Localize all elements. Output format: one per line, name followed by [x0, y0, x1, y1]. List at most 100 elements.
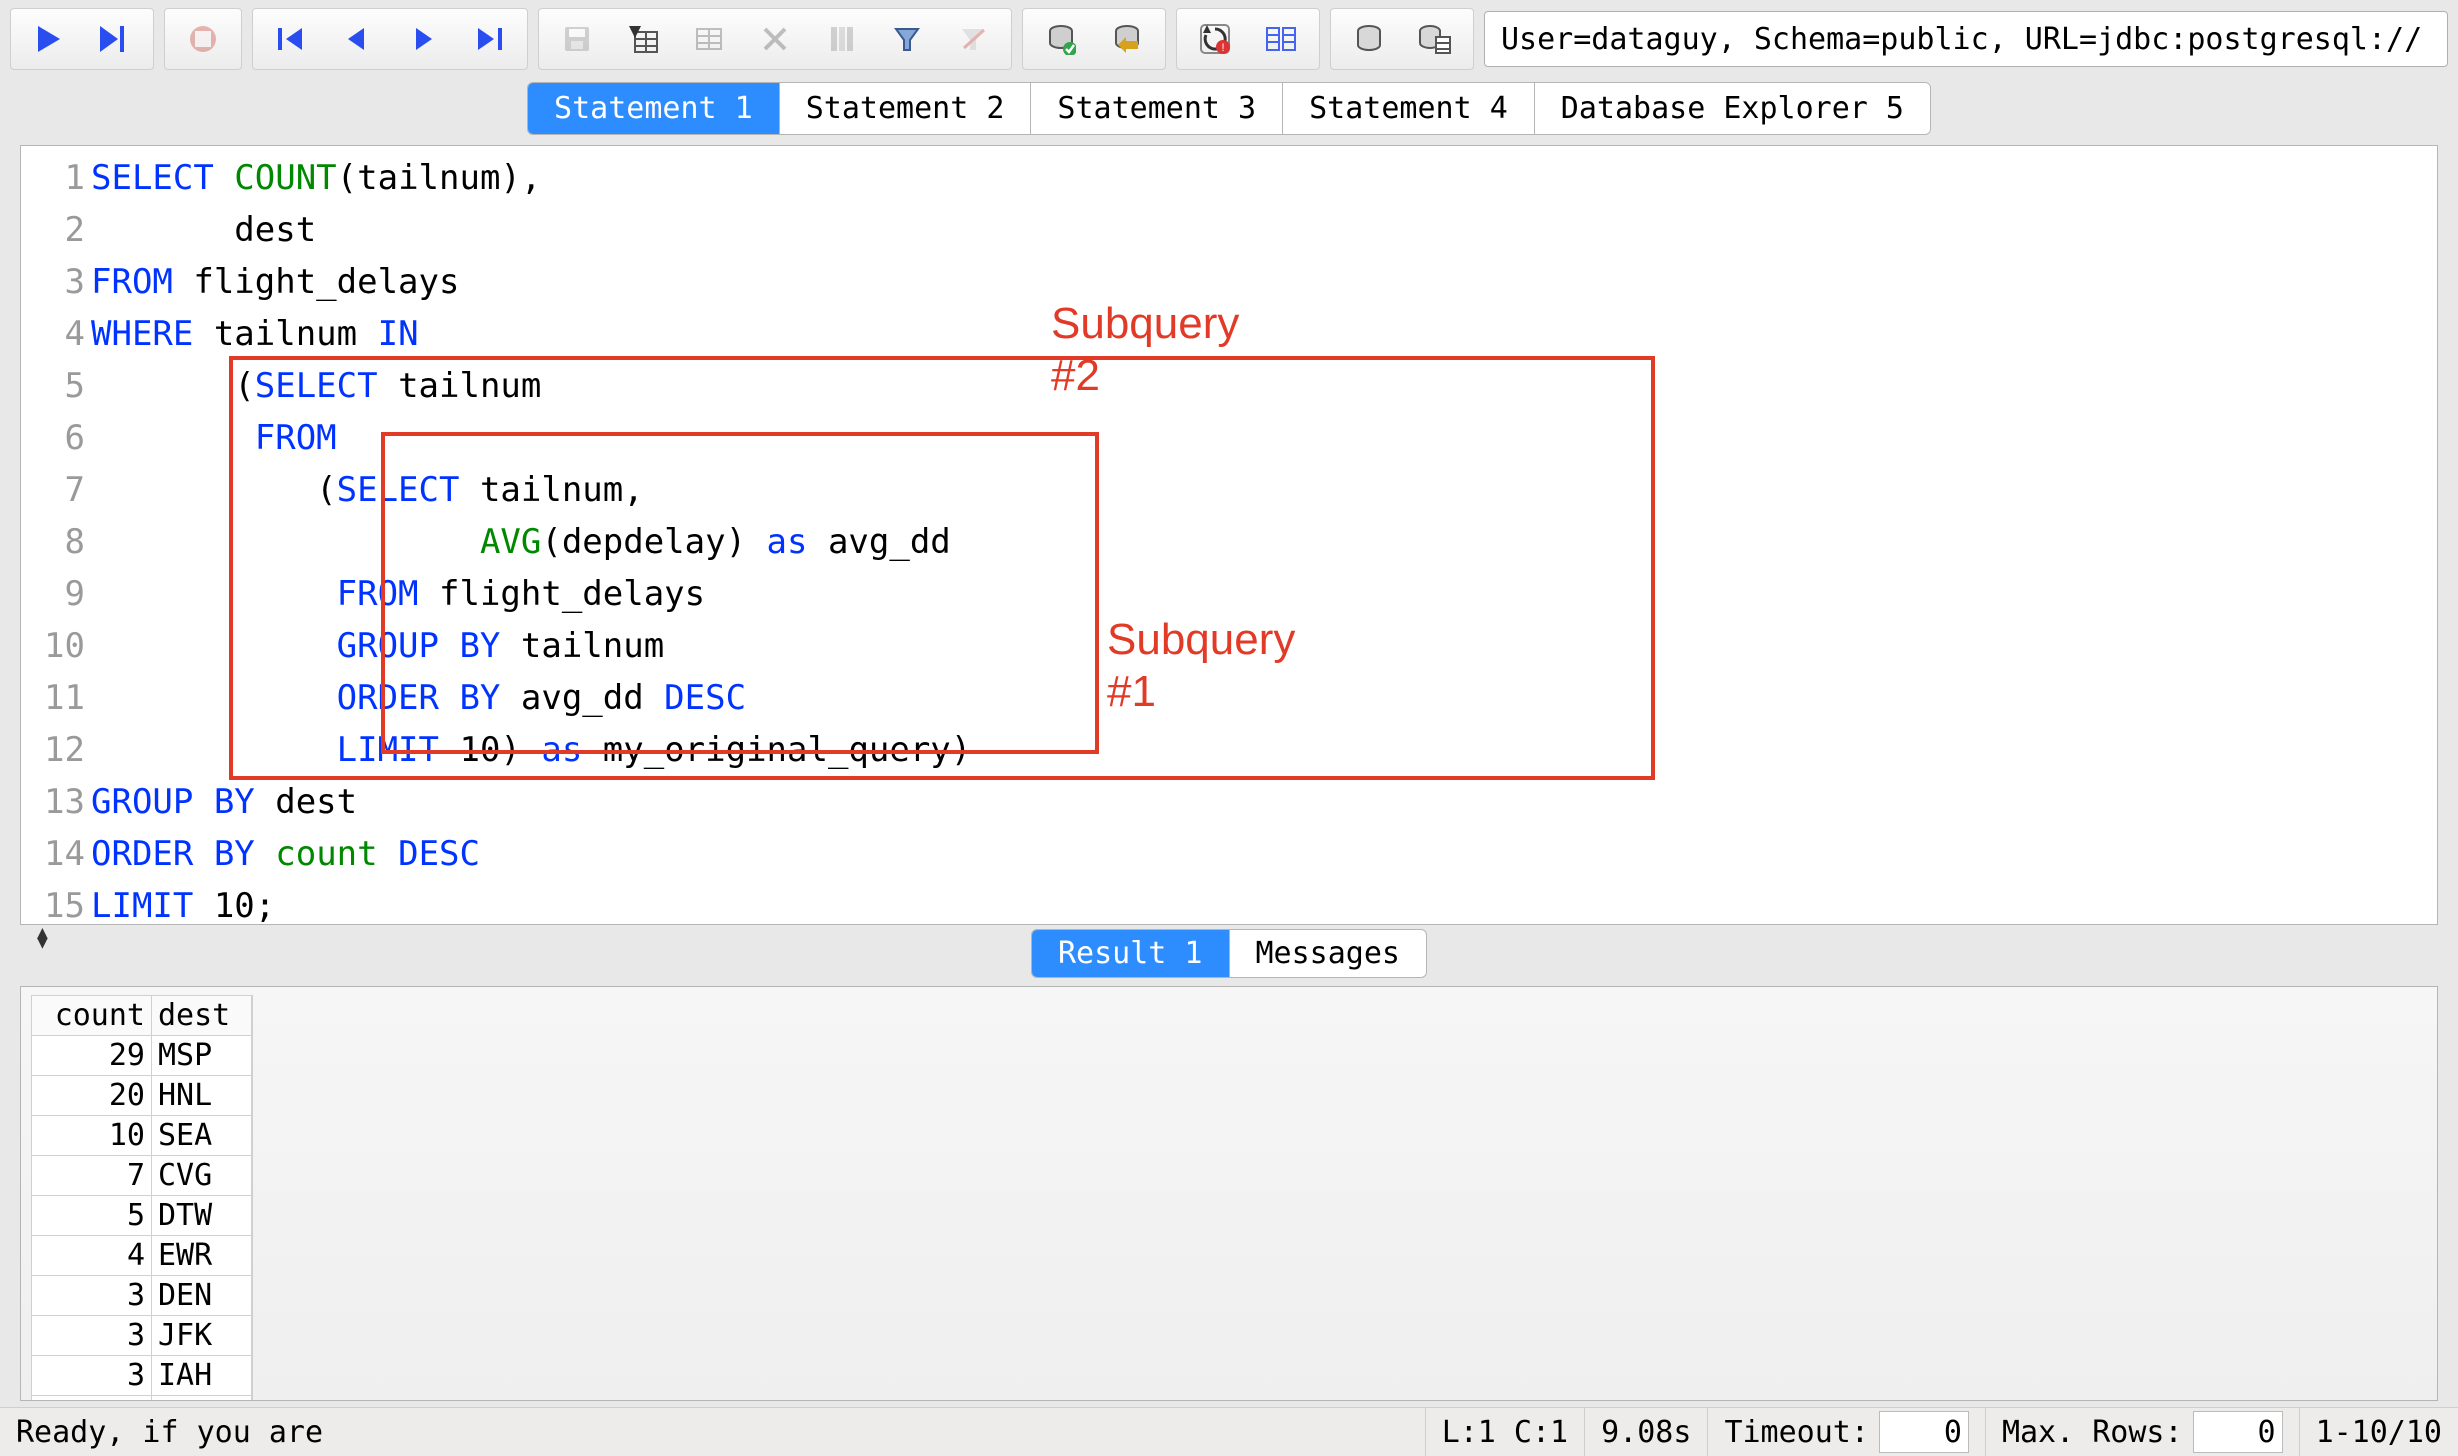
- cell-dest: JFK: [152, 1316, 252, 1356]
- code-line-14[interactable]: ORDER BY count DESC: [91, 828, 971, 880]
- stop-icon[interactable]: [173, 11, 233, 67]
- statement-tabs-row: Statement 1Statement 2Statement 3Stateme…: [0, 76, 2458, 135]
- connection-text: User=dataguy, Schema=public, URL=jdbc:po…: [1501, 22, 2422, 57]
- table-row[interactable]: 3ORD: [32, 1396, 252, 1401]
- cursor-position: L:1 C:1: [1425, 1408, 1584, 1456]
- maxrows-input[interactable]: [2193, 1411, 2283, 1453]
- db-explore-icon[interactable]: [1405, 11, 1465, 67]
- splitter-arrows-icon: ▲▼: [37, 928, 48, 948]
- line-number-gutter: 123456789101112131415: [21, 146, 91, 932]
- table-row[interactable]: 29MSP: [32, 1036, 252, 1076]
- autocommit-icon[interactable]: !: [1185, 11, 1245, 67]
- maxrows-section: Max. Rows:: [1985, 1408, 2299, 1456]
- columns-icon[interactable]: [811, 11, 871, 67]
- subquery-2-label: Subquery #2: [1051, 298, 1239, 402]
- row-range: 1-10/10: [2299, 1408, 2458, 1456]
- table-icon[interactable]: [679, 11, 739, 67]
- result-grid[interactable]: countdest29MSP20HNL10SEA7CVG5DTW4EWR3DEN…: [31, 995, 253, 1401]
- prev-row-icon[interactable]: [327, 11, 387, 67]
- code-line-3[interactable]: FROM flight_delays: [91, 256, 971, 308]
- tab-statement-5[interactable]: Database Explorer 5: [1535, 83, 1930, 134]
- tab-statement-2[interactable]: Statement 2: [780, 83, 1032, 134]
- code-line-1[interactable]: SELECT COUNT(tailnum),: [91, 152, 971, 204]
- next-row-icon[interactable]: [393, 11, 453, 67]
- cell-dest: SEA: [152, 1116, 252, 1156]
- tab-statement-3[interactable]: Statement 3: [1031, 83, 1283, 134]
- status-bar: Ready, if you are L:1 C:1 9.08s Timeout:…: [0, 1407, 2458, 1456]
- tab-statement-1[interactable]: Statement 1: [528, 83, 780, 134]
- cell-dest: ORD: [152, 1396, 252, 1401]
- workarea: 123456789101112131415 Subquery #2 Subque…: [0, 135, 2458, 1407]
- code-line-2[interactable]: dest: [91, 204, 971, 256]
- table-row[interactable]: 3JFK: [32, 1316, 252, 1356]
- code-line-10[interactable]: GROUP BY tailnum: [91, 620, 971, 672]
- cell-count: 3: [32, 1396, 152, 1401]
- sql-editor[interactable]: 123456789101112131415 Subquery #2 Subque…: [20, 145, 2438, 925]
- table-row[interactable]: 10SEA: [32, 1116, 252, 1156]
- toolbar-group-run: [10, 8, 154, 70]
- code-line-4[interactable]: WHERE tailnum IN: [91, 308, 971, 360]
- table-row[interactable]: 5DTW: [32, 1196, 252, 1236]
- connection-info[interactable]: User=dataguy, Schema=public, URL=jdbc:po…: [1484, 11, 2448, 67]
- table-row[interactable]: 20HNL: [32, 1076, 252, 1116]
- cell-count: 20: [32, 1076, 152, 1116]
- code-line-12[interactable]: LIMIT 10) as my_original_query): [91, 724, 971, 776]
- toolbar-group-edit: [538, 8, 1012, 70]
- toolbar-group-txn: [1022, 8, 1166, 70]
- cell-count: 10: [32, 1116, 152, 1156]
- delete-row-icon[interactable]: [745, 11, 805, 67]
- toolbar-group-stop: [164, 8, 242, 70]
- run-cursor-icon[interactable]: [85, 11, 145, 67]
- cell-count: 3: [32, 1356, 152, 1396]
- elapsed-time: 9.08s: [1584, 1408, 1707, 1456]
- cell-count: 7: [32, 1156, 152, 1196]
- col-header-count[interactable]: count: [32, 996, 152, 1036]
- code-line-9[interactable]: FROM flight_delays: [91, 568, 971, 620]
- table-row[interactable]: 3DEN: [32, 1276, 252, 1316]
- code-line-11[interactable]: ORDER BY avg_dd DESC: [91, 672, 971, 724]
- table-row[interactable]: 3IAH: [32, 1356, 252, 1396]
- toolbar-group-nav: [252, 8, 528, 70]
- filter-icon[interactable]: [877, 11, 937, 67]
- explain-icon[interactable]: [1251, 11, 1311, 67]
- col-header-dest[interactable]: dest: [152, 996, 252, 1036]
- toolbar-group-db: [1330, 8, 1474, 70]
- cell-dest: HNL: [152, 1076, 252, 1116]
- save-icon[interactable]: [547, 11, 607, 67]
- code-line-6[interactable]: FROM: [91, 412, 971, 464]
- cell-count: 4: [32, 1236, 152, 1276]
- timeout-section: Timeout:: [1707, 1408, 1985, 1456]
- cell-dest: DEN: [152, 1276, 252, 1316]
- table-row[interactable]: 4EWR: [32, 1236, 252, 1276]
- run-icon[interactable]: [19, 11, 79, 67]
- cell-count: 3: [32, 1276, 152, 1316]
- cell-count: 29: [32, 1036, 152, 1076]
- toolbar: ! User=dataguy, Schema=public, URL=jdbc:…: [0, 0, 2458, 76]
- svg-text:!: !: [1221, 42, 1224, 54]
- cell-dest: CVG: [152, 1156, 252, 1196]
- table-row[interactable]: 7CVG: [32, 1156, 252, 1196]
- editor-result-splitter[interactable]: ▲▼: [21, 932, 2437, 944]
- commit-icon[interactable]: [1031, 11, 1091, 67]
- db-icon[interactable]: [1339, 11, 1399, 67]
- first-row-icon[interactable]: [261, 11, 321, 67]
- cell-count: 3: [32, 1316, 152, 1356]
- timeout-input[interactable]: [1879, 1411, 1969, 1453]
- result-panel: countdest29MSP20HNL10SEA7CVG5DTW4EWR3DEN…: [20, 986, 2438, 1401]
- code-lines[interactable]: Subquery #2 Subquery #1 SELECT COUNT(tai…: [91, 146, 971, 932]
- code-line-5[interactable]: (SELECT tailnum: [91, 360, 971, 412]
- code-line-7[interactable]: (SELECT tailnum,: [91, 464, 971, 516]
- status-message: Ready, if you are: [0, 1408, 1425, 1456]
- code-line-8[interactable]: AVG(depdelay) as avg_dd: [91, 516, 971, 568]
- code-line-15[interactable]: LIMIT 10;: [91, 880, 971, 932]
- cell-dest: EWR: [152, 1236, 252, 1276]
- last-row-icon[interactable]: [459, 11, 519, 67]
- cell-dest: IAH: [152, 1356, 252, 1396]
- code-line-13[interactable]: GROUP BY dest: [91, 776, 971, 828]
- timeout-label: Timeout:: [1724, 1415, 1869, 1450]
- clear-filter-icon[interactable]: [943, 11, 1003, 67]
- rollback-icon[interactable]: [1097, 11, 1157, 67]
- cell-count: 5: [32, 1196, 152, 1236]
- tab-statement-4[interactable]: Statement 4: [1283, 83, 1535, 134]
- export-grid-icon[interactable]: [613, 11, 673, 67]
